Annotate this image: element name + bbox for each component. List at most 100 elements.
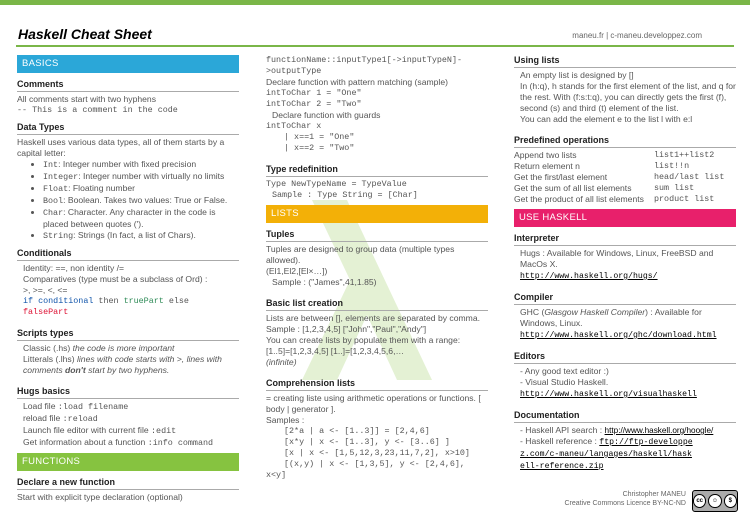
command: :load filename: [57, 402, 129, 412]
hugs-heading: Hugs basics: [17, 386, 239, 399]
text: Append two lists: [514, 150, 577, 160]
comprehension-code: x<y]: [266, 470, 287, 480]
predefined-row: Get the first/last element head/last list: [514, 172, 736, 183]
comprehension-code: [2*a | a <- [1..3]] = [2,4,6]: [284, 426, 430, 436]
top-accent-bar: [0, 0, 750, 5]
pattern-code: intToChar 1 = "One": [266, 88, 362, 98]
hugs-row: Get information about a function :info c…: [17, 437, 239, 449]
comprehension-samples-label: Samples :: [266, 415, 305, 425]
type-desc: : Integer number with virtually no limit…: [78, 171, 225, 181]
basic-list-infinite: (infinite): [266, 357, 488, 368]
text: Load file: [23, 401, 58, 411]
interpreter-text: Hugs : Available for Windows, Linux, Fre…: [520, 248, 714, 269]
cond-identity: Identity: ==, non identity /=: [23, 263, 125, 273]
command: list!!n: [654, 161, 690, 171]
column-3: Using lists An empty list is designed by…: [514, 55, 736, 472]
guards-code: intToChar x: [266, 121, 322, 131]
comprehension-text: = creating liste using arithmetic operat…: [266, 393, 481, 414]
kw-truepart: truePart: [123, 296, 164, 306]
editors-heading: Editors: [514, 351, 736, 364]
command: sum list: [654, 183, 695, 193]
cond-operators: >, >=, <, <=: [23, 285, 68, 295]
command: list1++list2: [654, 150, 715, 160]
author: Christopher MANEU: [622, 491, 686, 498]
footer-credits: Christopher MANEU Creative Commons Licen…: [560, 490, 686, 508]
text: don't: [65, 365, 86, 375]
comprehension-code: [x | x <- [1,5,12,3,23,11,7,2], x>10]: [284, 448, 470, 458]
text: Launch file editor with current file: [23, 425, 152, 435]
data-types-list: Int: Integer number with fixed precision…: [17, 159, 239, 242]
command: :info command: [147, 438, 214, 448]
text: Litterals (.lhs): [23, 354, 77, 364]
guards-code: | x==1 = "One": [284, 132, 355, 142]
comprehension-heading: Comprehension lists: [266, 378, 488, 391]
text: Get the product of all list elements: [514, 194, 644, 204]
type-desc: : Integer number with fixed precision: [58, 159, 197, 169]
kw-conditional: conditional: [38, 296, 94, 306]
predefined-row: Return element n list!!n: [514, 161, 736, 172]
hugs-row: Load file :load filename: [17, 401, 239, 413]
predefined-heading: Predefined operations: [514, 135, 736, 148]
type-name: Integer: [43, 172, 79, 182]
function-signature: functionName::inputType1[->inputTypeN]->…: [266, 55, 463, 76]
nc-icon: $: [723, 494, 737, 508]
comments-text: All comments start with two hyphens: [17, 94, 156, 104]
compiler-text: GHC (Glasgow Haskell Compiler) : Availab…: [514, 307, 736, 329]
scripts-classic: Classic (.hs) the code is more important: [17, 343, 239, 354]
basic-list-text: Lists are between [], elements are separ…: [266, 313, 480, 323]
type-desc: : Boolean. Takes two values: True or Fal…: [63, 195, 228, 205]
comprehension-code: [(x,y) | x <- [1,3,5], y <- [2,4,6],: [284, 459, 465, 469]
kw-then: then: [98, 296, 119, 306]
editors-item: - Any good text editor :): [520, 366, 609, 376]
pattern-text: Declare function with pattern matching (…: [266, 77, 448, 87]
type-name: Bool: [43, 196, 64, 206]
text: Return element n: [514, 161, 580, 171]
list-item: Bool: Boolean. Takes two values: True or…: [43, 195, 239, 207]
command: head/last list: [654, 172, 725, 182]
predefined-row: Get the product of all list elements prod…: [514, 194, 736, 205]
text: Classic (.hs): [23, 343, 73, 353]
documentation-heading: Documentation: [514, 410, 736, 423]
basic-list-range: [1..5]=[1,2,3,4,5] [1..]=[1,2,3,4,5,6,…: [266, 346, 405, 356]
hoogle-link[interactable]: http://www.haskell.org/hoogle/: [605, 426, 714, 435]
text: Get information about a function: [23, 437, 148, 447]
hugs-row: Launch file editor with current file :ed…: [17, 425, 239, 437]
text: - Haskell reference :: [520, 436, 600, 446]
using-lists-hq: In (h:q), h stands for the first element…: [520, 81, 736, 113]
section-basics: BASICS: [17, 55, 239, 73]
text: reload file: [23, 413, 63, 423]
pattern-code: intToChar 2 = "Two": [266, 99, 362, 109]
visual-haskell-link[interactable]: http://www.haskell.org/visualhaskell: [520, 390, 697, 399]
column-1: BASICS Comments All comments start with …: [17, 55, 239, 503]
page-title: Haskell Cheat Sheet: [18, 26, 152, 42]
text: (infinite): [266, 357, 297, 367]
list-item: Char: Character. Any character in the co…: [43, 207, 239, 230]
title-divider: [16, 45, 734, 47]
type-name: Float: [43, 184, 69, 194]
guards-code: | x==2 = "Two": [284, 143, 355, 153]
kw-else: else: [168, 296, 189, 306]
type-redefinition-heading: Type redefinition: [266, 164, 488, 177]
text: Get the first/last element: [514, 172, 608, 182]
list-item: Integer: Integer number with virtually n…: [43, 171, 239, 183]
hugs-row: reload file :reload: [17, 413, 239, 425]
tuples-code: (El1,El2,[El×…]): [266, 266, 328, 276]
text: GHC (: [520, 307, 545, 317]
type-desc: : Character. Any character in the code i…: [43, 207, 216, 229]
type-name: Int: [43, 160, 59, 170]
type-redefinition-code: Type NewTypeName = TypeValue: [266, 179, 407, 189]
compiler-heading: Compiler: [514, 292, 736, 305]
text: the code is more important: [72, 343, 175, 353]
comprehension-code: [x*y | x <- [1..3], y <- [3..6] ]: [284, 437, 450, 447]
basic-list-sample: Sample : [1,2,3,4,5] ["John","Paul","And…: [266, 324, 427, 334]
text: start by two hyphens.: [85, 365, 170, 375]
hugs-link[interactable]: http://www.haskell.org/hugs/: [520, 272, 658, 281]
section-functions: FUNCTIONS: [17, 453, 239, 471]
tuples-sample: Sample : ("James",41,1.85): [272, 277, 377, 287]
using-lists-add: You can add the element e to the list l …: [520, 114, 693, 124]
ghc-link[interactable]: http://www.haskell.org/ghc/download.html: [520, 331, 717, 340]
text: Glasgow Haskell Compiler: [544, 307, 646, 317]
editors-item: - Visual Studio Haskell.: [520, 377, 609, 387]
declare-function-text: Start with explicit type declaration (op…: [17, 492, 183, 502]
scripts-heading: Scripts types: [17, 328, 239, 341]
